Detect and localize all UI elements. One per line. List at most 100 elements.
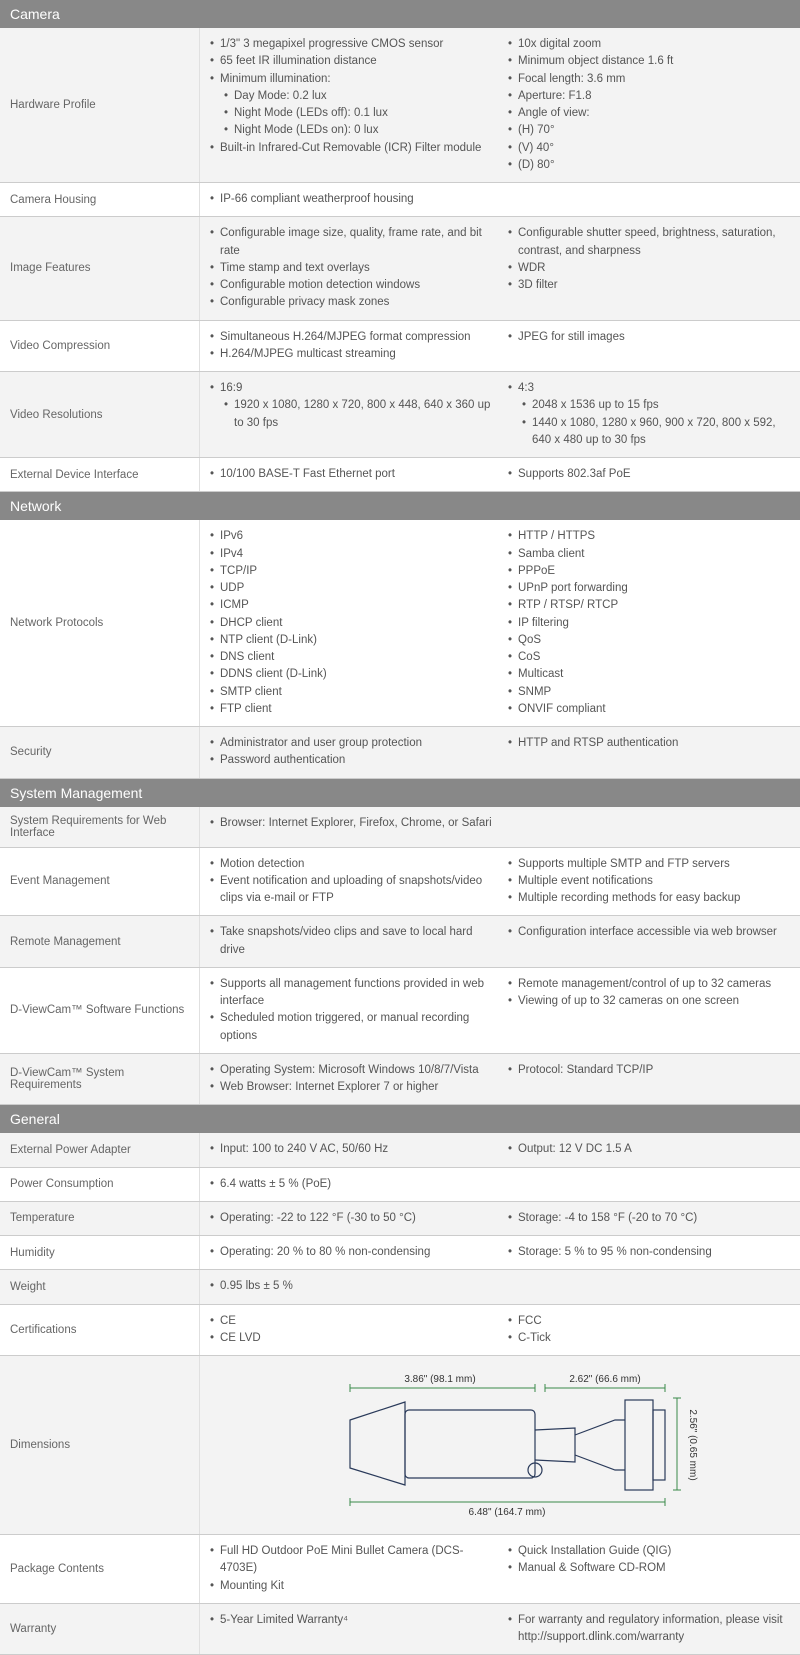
bullet-item: Event notification and uploading of snap… bbox=[210, 873, 492, 908]
bullet-item: Simultaneous H.264/MJPEG format compress… bbox=[210, 329, 492, 346]
spec-col: Remote management/control of up to 32 ca… bbox=[500, 974, 798, 1047]
bullet-item: 16:9 bbox=[210, 380, 492, 397]
dimensions-diagram: 3.86" (98.1 mm) 2.62" (66.6 mm) 6.48" (1… bbox=[202, 1362, 798, 1528]
bullet-item: IP-66 compliant weatherproof housing bbox=[210, 191, 790, 208]
bullet-item: SMTP client bbox=[210, 684, 492, 701]
spec-row-label: Network Protocols bbox=[0, 520, 200, 726]
spec-col: Administrator and user group protectionP… bbox=[202, 733, 500, 772]
spec-row: Package ContentsFull HD Outdoor PoE Mini… bbox=[0, 1535, 800, 1604]
bullet-item: DNS client bbox=[210, 649, 492, 666]
bullet-item: For warranty and regulatory information,… bbox=[508, 1612, 790, 1647]
bullet-item: PPPoE bbox=[508, 563, 790, 580]
spec-row-content: Operating: 20 % to 80 % non-condensingSt… bbox=[200, 1236, 800, 1269]
spec-row: Event ManagementMotion detectionEvent no… bbox=[0, 848, 800, 917]
bullet-item: 1440 x 1080, 1280 x 960, 900 x 720, 800 … bbox=[508, 415, 790, 450]
svg-text:3.86" (98.1 mm): 3.86" (98.1 mm) bbox=[404, 1374, 475, 1385]
spec-row-content: Supports all management functions provid… bbox=[200, 968, 800, 1053]
spec-col: For warranty and regulatory information,… bbox=[500, 1610, 798, 1649]
spec-col: Motion detectionEvent notification and u… bbox=[202, 854, 500, 910]
spec-col: 5-Year Limited Warranty⁴ bbox=[202, 1610, 500, 1649]
spec-row-label: Weight bbox=[0, 1270, 200, 1303]
bullet-item: Take snapshots/video clips and save to l… bbox=[210, 924, 492, 959]
bullet-item: UDP bbox=[210, 580, 492, 597]
spec-row-content: Operating System: Microsoft Windows 10/8… bbox=[200, 1054, 800, 1105]
spec-row: TemperatureOperating: -22 to 122 °F (-30… bbox=[0, 1202, 800, 1236]
bullet-item: Night Mode (LEDs off): 0.1 lux bbox=[210, 105, 492, 122]
bullet-item: 1/3" 3 megapixel progressive CMOS sensor bbox=[210, 36, 492, 53]
spec-row-content: Take snapshots/video clips and save to l… bbox=[200, 916, 800, 967]
spec-row-content: 0.95 lbs ± 5 % bbox=[200, 1270, 800, 1303]
bullet-item: Scheduled motion triggered, or manual re… bbox=[210, 1010, 492, 1045]
bullet-item: H.264/MJPEG multicast streaming bbox=[210, 346, 492, 363]
bullet-item: Minimum object distance 1.6 ft bbox=[508, 53, 790, 70]
bullet-item: Storage: -4 to 158 °F (-20 to 70 °C) bbox=[508, 1210, 790, 1227]
spec-row: Camera Housing IP-66 compliant weatherpro… bbox=[0, 183, 800, 217]
bullet-item: (D) 80° bbox=[508, 157, 790, 174]
spec-row-label: D-ViewCam™ Software Functions bbox=[0, 968, 200, 1053]
spec-row-content: CECE LVDFCCC-Tick bbox=[200, 1305, 800, 1356]
spec-col: CECE LVD bbox=[202, 1311, 500, 1350]
spec-col: Input: 100 to 240 V AC, 50/60 Hz bbox=[202, 1139, 500, 1160]
bullet-item: Mounting Kit bbox=[210, 1578, 492, 1595]
section-header: General bbox=[0, 1105, 800, 1133]
bullet-item: Web Browser: Internet Explorer 7 or high… bbox=[210, 1079, 492, 1096]
bullet-item: DHCP client bbox=[210, 615, 492, 632]
bullet-item: 2048 x 1536 up to 15 fps bbox=[508, 397, 790, 414]
spec-row-label: System Requirements for Web Interface bbox=[0, 807, 200, 847]
bullet-item: DDNS client (D-Link) bbox=[210, 666, 492, 683]
spec-col: Storage: -4 to 158 °F (-20 to 70 °C) bbox=[500, 1208, 798, 1229]
spec-row-content: 6.4 watts ± 5 % (PoE) bbox=[200, 1168, 800, 1201]
bullet-item: Operating System: Microsoft Windows 10/8… bbox=[210, 1062, 492, 1079]
spec-row: External Device Interface10/100 BASE-T F… bbox=[0, 458, 800, 492]
spec-row: Network ProtocolsIPv6IPv4TCP/IPUDPICMPDH… bbox=[0, 520, 800, 727]
spec-row-label: Warranty bbox=[0, 1604, 200, 1655]
bullet-item: IP filtering bbox=[508, 615, 790, 632]
spec-row-content: Motion detectionEvent notification and u… bbox=[200, 848, 800, 916]
bullet-item: Input: 100 to 240 V AC, 50/60 Hz bbox=[210, 1141, 492, 1158]
spec-row-content: 10/100 BASE-T Fast Ethernet portSupports… bbox=[200, 458, 800, 491]
bullet-item: (V) 40° bbox=[508, 140, 790, 157]
spec-row: D-ViewCam™ Software FunctionsSupports al… bbox=[0, 968, 800, 1054]
bullet-item: JPEG for still images bbox=[508, 329, 790, 346]
bullet-item: (H) 70° bbox=[508, 122, 790, 139]
bullet-item: Remote management/control of up to 32 ca… bbox=[508, 976, 790, 993]
bullet-item: Operating: -22 to 122 °F (-30 to 50 °C) bbox=[210, 1210, 492, 1227]
spec-col: Operating: -22 to 122 °F (-30 to 50 °C) bbox=[202, 1208, 500, 1229]
section-header: System Management bbox=[0, 779, 800, 807]
bullet-item: Time stamp and text overlays bbox=[210, 260, 492, 277]
bullet-item: Day Mode: 0.2 lux bbox=[210, 88, 492, 105]
spec-col: Take snapshots/video clips and save to l… bbox=[202, 922, 500, 961]
bullet-item: Motion detection bbox=[210, 856, 492, 873]
bullet-item: Samba client bbox=[508, 546, 790, 563]
bullet-item: Multicast bbox=[508, 666, 790, 683]
spec-col: Browser: Internet Explorer, Firefox, Chr… bbox=[202, 813, 798, 841]
spec-row-label: Camera Housing bbox=[0, 183, 200, 216]
spec-col: Simultaneous H.264/MJPEG format compress… bbox=[202, 327, 500, 366]
bullet-item: Angle of view: bbox=[508, 105, 790, 122]
spec-col: 0.95 lbs ± 5 % bbox=[202, 1276, 798, 1297]
spec-row-label: Package Contents bbox=[0, 1535, 200, 1603]
spec-row-label: Certifications bbox=[0, 1305, 200, 1356]
bullet-item: Configuration interface accessible via w… bbox=[508, 924, 790, 941]
spec-row-content: Full HD Outdoor PoE Mini Bullet Camera (… bbox=[200, 1535, 800, 1603]
spec-row-label: Video Resolutions bbox=[0, 372, 200, 457]
spec-row-content: IP-66 compliant weatherproof housing bbox=[200, 183, 800, 216]
spec-row: System Requirements for Web InterfaceBro… bbox=[0, 807, 800, 848]
bullet-item: NTP client (D-Link) bbox=[210, 632, 492, 649]
spec-row-label: Dimensions bbox=[0, 1356, 200, 1534]
spec-col: Supports 802.3af PoE bbox=[500, 464, 798, 485]
spec-row-content: 5-Year Limited Warranty⁴ For warranty and… bbox=[200, 1604, 800, 1655]
bullet-item: WDR bbox=[508, 260, 790, 277]
bullet-item: Password authentication bbox=[210, 752, 492, 769]
svg-text:2.62" (66.6 mm): 2.62" (66.6 mm) bbox=[569, 1374, 640, 1385]
spec-col: Configurable image size, quality, frame … bbox=[202, 223, 500, 313]
bullet-item: 1920 x 1080, 1280 x 720, 800 x 448, 640 … bbox=[210, 397, 492, 432]
spec-col: HTTP / HTTPSSamba clientPPPoEUPnP port f… bbox=[500, 526, 798, 720]
spec-row-content: 16:91920 x 1080, 1280 x 720, 800 x 448, … bbox=[200, 372, 800, 457]
bullet-item: Built-in Infrared-Cut Removable (ICR) Fi… bbox=[210, 140, 492, 157]
spec-col: Operating: 20 % to 80 % non-condensing bbox=[202, 1242, 500, 1263]
bullet-item: 5-Year Limited Warranty⁴ bbox=[210, 1612, 492, 1629]
svg-text:6.48" (164.7 mm): 6.48" (164.7 mm) bbox=[469, 1507, 546, 1518]
bullet-item: SNMP bbox=[508, 684, 790, 701]
bullet-item: FTP client bbox=[210, 701, 492, 718]
